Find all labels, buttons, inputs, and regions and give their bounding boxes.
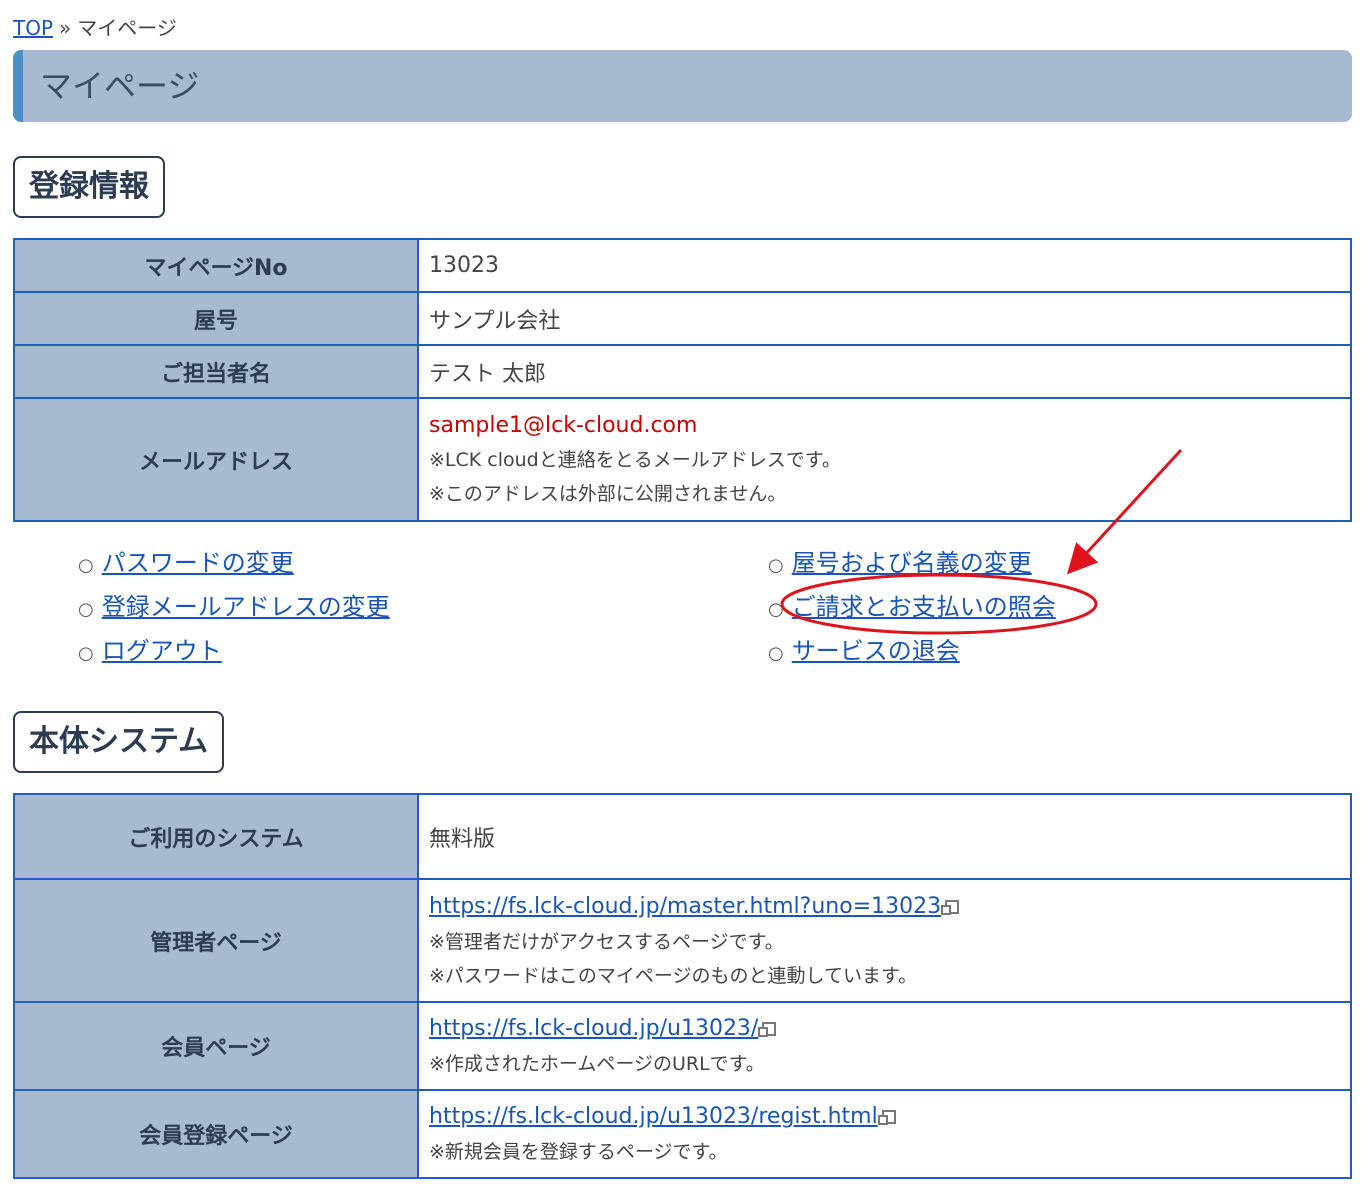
table-row: 会員登録ページ https://fs.lck-cloud.jp/u13023/r… <box>13 1089 1352 1179</box>
email-value: sample1@lck-cloud.com <box>429 412 698 438</box>
breadcrumb-top-link[interactable]: TOP <box>13 16 53 40</box>
row-value: テスト 太郎 <box>417 344 1352 399</box>
email-cell: sample1@lck-cloud.com ※LCK cloudと連絡をとるメー… <box>417 397 1352 522</box>
breadcrumb: TOP» マイページ <box>13 12 177 41</box>
bullet-icon: ○ <box>768 643 784 664</box>
row-label: マイページNo <box>13 238 419 293</box>
member-registration-link[interactable]: https://fs.lck-cloud.jp/u13023/regist.ht… <box>429 1104 878 1129</box>
change-password-link[interactable]: パスワードの変更 <box>102 549 294 577</box>
row-label: ご利用のシステム <box>13 793 419 880</box>
row-label: 屋号 <box>13 291 419 346</box>
section-heading-main-system: 本体システム <box>13 711 225 773</box>
section-heading-registration: 登録情報 <box>13 156 165 218</box>
admin-cell: https://fs.lck-cloud.jp/master.html?uno=… <box>417 878 1352 1003</box>
list-item: ○ サービスの退会 <box>768 629 1056 673</box>
table-row: 管理者ページ https://fs.lck-cloud.jp/master.ht… <box>13 878 1352 1003</box>
change-email-link[interactable]: 登録メールアドレスの変更 <box>102 593 390 621</box>
email-note: ※LCK cloudと連絡をとるメールアドレスです。 <box>429 448 841 471</box>
table-row: 屋号 サンプル会社 <box>13 291 1352 346</box>
list-item: ○ ご請求とお支払いの照会 <box>768 585 1056 629</box>
row-label: 会員ページ <box>13 1001 419 1091</box>
account-links-left: ○ パスワードの変更 ○ 登録メールアドレスの変更 ○ ログアウト <box>78 541 390 673</box>
list-item: ○ 屋号および名義の変更 <box>768 541 1056 585</box>
row-value: 13023 <box>417 238 1352 293</box>
logout-link[interactable]: ログアウト <box>102 637 222 665</box>
table-row: ご担当者名 テスト 太郎 <box>13 344 1352 399</box>
cancel-service-link[interactable]: サービスの退会 <box>792 637 960 665</box>
member-note: ※作成されたホームページのURLです。 <box>429 1053 765 1075</box>
breadcrumb-current: マイページ <box>77 16 177 40</box>
external-link-icon <box>941 899 960 915</box>
admin-page-link[interactable]: https://fs.lck-cloud.jp/master.html?uno=… <box>429 894 941 919</box>
external-link-icon <box>758 1022 777 1037</box>
member-cell: https://fs.lck-cloud.jp/u13023/ ※作成されたホー… <box>417 1001 1352 1091</box>
admin-note: ※管理者だけがアクセスするページです。 <box>429 930 784 953</box>
bullet-icon: ○ <box>768 555 784 576</box>
table-row: マイページNo 13023 <box>13 238 1352 293</box>
bullet-icon: ○ <box>768 599 784 620</box>
change-business-name-link[interactable]: 屋号および名義の変更 <box>792 549 1032 577</box>
bullet-icon: ○ <box>78 555 94 576</box>
table-row: 会員ページ https://fs.lck-cloud.jp/u13023/ ※作… <box>13 1001 1352 1091</box>
list-item: ○ 登録メールアドレスの変更 <box>78 585 390 629</box>
account-links-right: ○ 屋号および名義の変更 ○ ご請求とお支払いの照会 ○ サービスの退会 <box>768 541 1056 673</box>
list-item: ○ ログアウト <box>78 629 390 673</box>
row-label: 会員登録ページ <box>13 1089 419 1179</box>
member-page-link[interactable]: https://fs.lck-cloud.jp/u13023/ <box>429 1016 758 1041</box>
row-value: サンプル会社 <box>417 291 1352 346</box>
register-note: ※新規会員を登録するページです。 <box>429 1141 728 1163</box>
table-row-email: メールアドレス sample1@lck-cloud.com ※LCK cloud… <box>13 397 1352 522</box>
breadcrumb-separator: » <box>59 16 72 40</box>
email-note: ※このアドレスは外部に公開されません。 <box>429 482 787 505</box>
bullet-icon: ○ <box>78 643 94 664</box>
admin-note: ※パスワードはこのマイページのものと連動しています。 <box>429 964 918 987</box>
main-system-table: ご利用のシステム 無料版 管理者ページ https://fs.lck-cloud… <box>13 793 1352 1179</box>
external-link-icon <box>877 1110 896 1125</box>
row-value: 無料版 <box>417 793 1352 880</box>
page-title: マイページ <box>40 67 200 105</box>
row-label: 管理者ページ <box>13 878 419 1003</box>
bullet-icon: ○ <box>78 599 94 620</box>
registration-table: マイページNo 13023 屋号 サンプル会社 ご担当者名 テスト 太郎 メール… <box>13 238 1352 522</box>
table-row: ご利用のシステム 無料版 <box>13 793 1352 880</box>
page-title-bar: マイページ <box>13 50 1352 122</box>
billing-inquiry-link[interactable]: ご請求とお支払いの照会 <box>792 593 1056 621</box>
register-cell: https://fs.lck-cloud.jp/u13023/regist.ht… <box>417 1089 1352 1179</box>
list-item: ○ パスワードの変更 <box>78 541 390 585</box>
row-label: ご担当者名 <box>13 344 419 399</box>
row-label: メールアドレス <box>13 397 419 522</box>
